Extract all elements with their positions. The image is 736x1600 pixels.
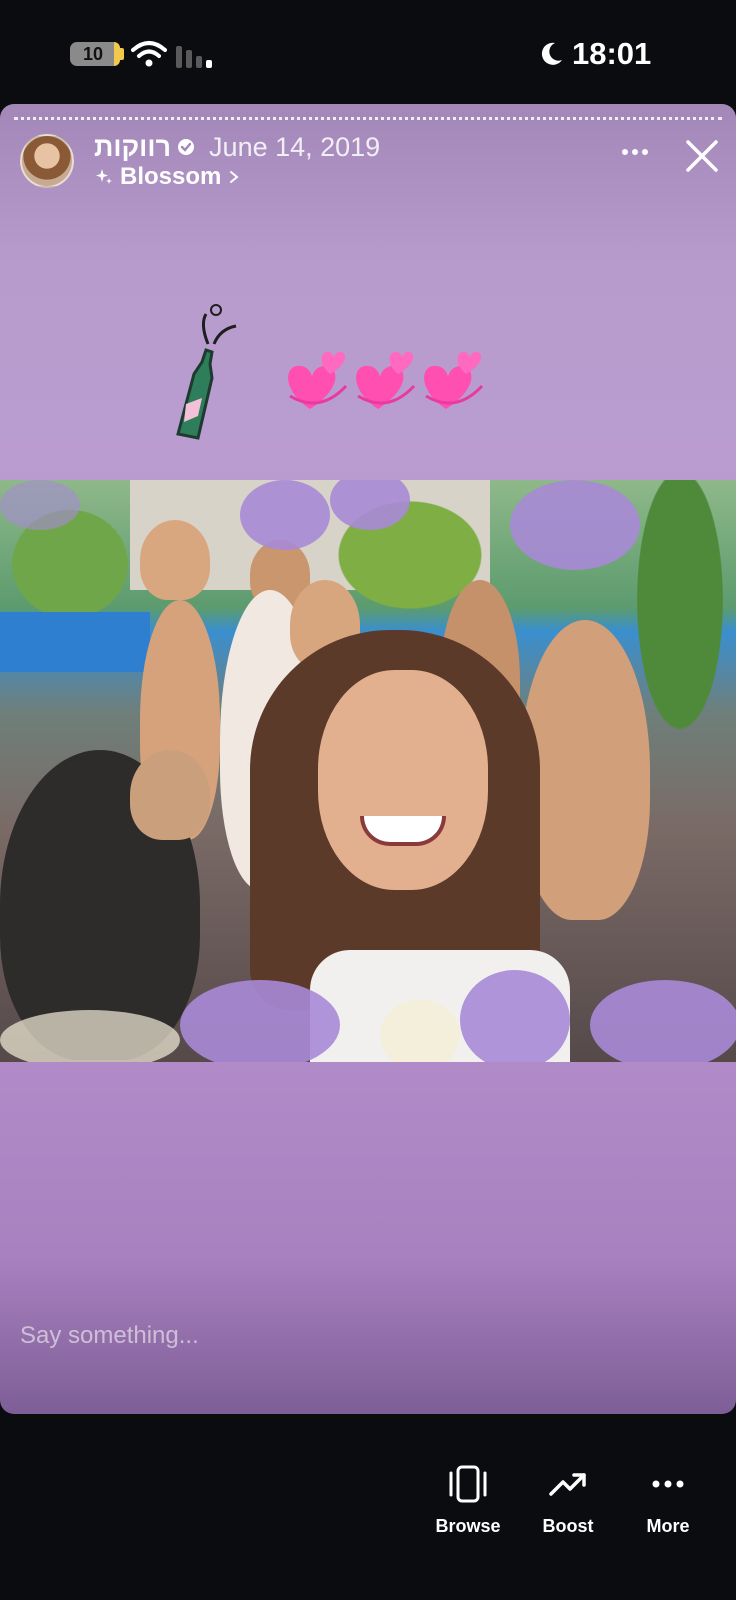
heart-sticker (424, 352, 484, 409)
browse-label: Browse (435, 1516, 501, 1536)
username[interactable]: רווקות (94, 132, 171, 163)
boost-label: Boost (542, 1516, 594, 1536)
battery-icon: 10 (70, 42, 124, 66)
chevron-right-icon (230, 171, 239, 183)
comment-input[interactable]: Say something... (20, 1322, 199, 1350)
cellular-signal-icon (176, 46, 212, 68)
trending-up-icon (549, 1473, 586, 1496)
clock-time: 18:01 (572, 36, 652, 71)
story-card[interactable]: רווקות June 14, 2019 Blossom Say somethi… (0, 104, 736, 1414)
story-photo (0, 480, 736, 1062)
heart-sticker (356, 352, 416, 409)
more-button[interactable]: More (623, 1464, 713, 1537)
moon-icon (541, 42, 562, 65)
sparkles-icon (96, 169, 112, 184)
status-bar: 10 18:01 (0, 0, 736, 104)
story-date: June 14, 2019 (209, 131, 381, 162)
avatar[interactable] (20, 134, 74, 188)
browse-button[interactable]: Browse (423, 1464, 513, 1537)
effect-link[interactable]: Blossom (94, 162, 241, 192)
heart-sticker (288, 352, 348, 409)
more-icon (652, 1480, 684, 1488)
sticker-group[interactable] (150, 304, 510, 454)
story-header: רווקות June 14, 2019 (94, 130, 380, 164)
wifi-icon (131, 41, 167, 67)
verified-icon (178, 139, 195, 155)
effect-name: Blossom (120, 163, 222, 190)
story-progress-bar (14, 117, 722, 120)
more-icon[interactable] (620, 142, 650, 162)
champagne-bottle-sticker (176, 304, 237, 440)
browse-icon (449, 1465, 487, 1503)
battery-level: 10 (82, 44, 104, 64)
bottom-action-bar: Browse Boost More (0, 1414, 736, 1600)
boost-button[interactable]: Boost (523, 1464, 613, 1537)
more-label: More (646, 1516, 690, 1536)
close-icon[interactable] (684, 138, 720, 174)
